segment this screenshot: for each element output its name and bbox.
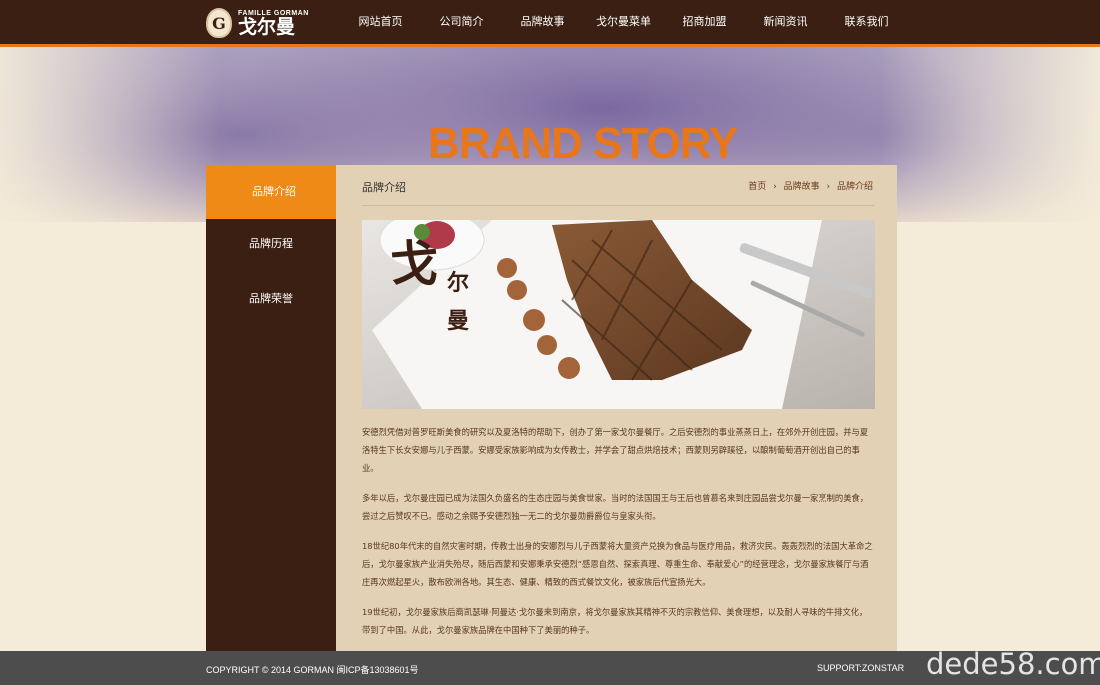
- article-body: 安德烈凭借对普罗旺斯美食的研究以及夏洛特的帮助下，创办了第一家戈尔曼餐厅。之后安…: [362, 423, 875, 651]
- breadcrumb: 首页 › 品牌故事 › 品牌介绍: [746, 179, 875, 192]
- chevron-right-icon: ›: [826, 182, 831, 192]
- sidebar-item-brand-intro[interactable]: 品牌介绍: [206, 165, 348, 219]
- banner-fade-left: [0, 47, 220, 667]
- brand-story-title: BRAND STORY: [428, 119, 738, 168]
- breadcrumb-current: 品牌介绍: [836, 182, 873, 192]
- article-paragraph: 19世纪初，戈尔曼家族后裔凯瑟琳·阿曼达·戈尔曼来到南京，将戈尔曼家族其精神不灭…: [362, 607, 868, 635]
- top-navigation-bar: G FAMILLE GORMAN 戈尔曼 网站首页 公司简介 品牌故事 戈尔曼菜…: [0, 0, 1100, 47]
- hero-char-2: 尔: [447, 270, 469, 296]
- support-text[interactable]: SUPPORT:ZONSTAR: [817, 663, 904, 673]
- nav-franchise[interactable]: 招商加盟: [664, 0, 745, 44]
- sidebar: 品牌介绍 品牌历程 品牌荣誉: [206, 165, 348, 651]
- sidebar-item-brand-history[interactable]: 品牌历程: [206, 217, 336, 271]
- nav-company-intro[interactable]: 公司简介: [421, 0, 502, 44]
- sidebar-item-brand-honors[interactable]: 品牌荣誉: [206, 272, 336, 326]
- nav-brand-story[interactable]: 品牌故事: [502, 0, 583, 47]
- content-header: 品牌介绍 首页 › 品牌故事 › 品牌介绍: [362, 165, 875, 206]
- main-content: 品牌介绍 首页 › 品牌故事 › 品牌介绍 戈 尔 曼 安德烈凭借对普罗旺斯美食…: [336, 165, 897, 651]
- nav-news[interactable]: 新闻资讯: [745, 0, 826, 44]
- main-nav: 网站首页 公司简介 品牌故事 戈尔曼菜单 招商加盟 新闻资讯 联系我们: [340, 0, 907, 47]
- chevron-right-icon: ›: [773, 182, 777, 192]
- hero-char-1: 戈: [390, 236, 438, 292]
- breadcrumb-brand-story[interactable]: 品牌故事: [784, 182, 820, 192]
- logo-text: FAMILLE GORMAN 戈尔曼: [238, 10, 309, 37]
- hero-char-3: 曼: [447, 308, 469, 334]
- logo[interactable]: G FAMILLE GORMAN 戈尔曼: [206, 6, 309, 40]
- article-paragraph: 多年以后，戈尔曼庄园已成为法国久负盛名的生态庄园与美食世家。当时的法国国王与王后…: [362, 493, 869, 521]
- breadcrumb-home[interactable]: 首页: [748, 182, 766, 192]
- nav-menu[interactable]: 戈尔曼菜单: [583, 0, 664, 44]
- logo-title: 戈尔曼: [238, 15, 296, 38]
- logo-badge-icon: G: [206, 8, 232, 38]
- nav-home[interactable]: 网站首页: [340, 0, 421, 44]
- banner-fade-right: [880, 47, 1100, 667]
- nav-contact[interactable]: 联系我们: [826, 0, 907, 44]
- section-title: 品牌介绍: [362, 181, 406, 194]
- watermark: dede58.com: [926, 647, 1100, 681]
- copyright-text: COPYRIGHT © 2014 GORMAN 闽ICP备13038601号: [206, 665, 419, 675]
- article-paragraph: 18世纪80年代末的自然灾害时期，传教士出身的安娜烈与儿子西蒙将大量资产兑换为食…: [362, 541, 873, 587]
- steak-hero-image: 戈 尔 曼: [362, 220, 875, 409]
- article-paragraph: 安德烈凭借对普罗旺斯美食的研究以及夏洛特的帮助下，创办了第一家戈尔曼餐厅。之后安…: [362, 427, 869, 473]
